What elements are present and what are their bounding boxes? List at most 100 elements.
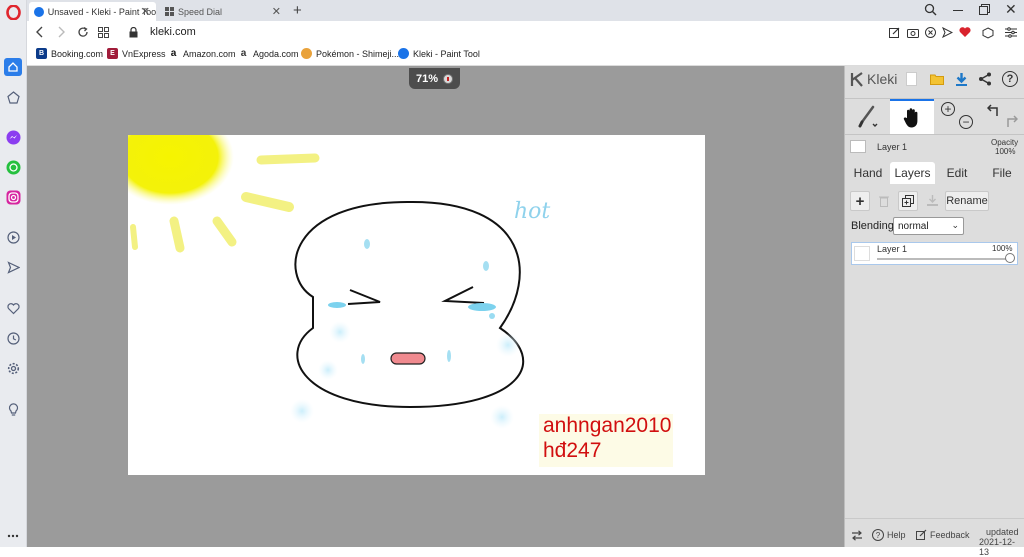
tool-row-divider-bottom xyxy=(845,134,1024,135)
snapshot-icon[interactable] xyxy=(907,27,919,41)
ad-block-icon[interactable] xyxy=(925,27,936,41)
back-icon[interactable] xyxy=(35,26,45,41)
help-circle-icon[interactable]: ? xyxy=(1002,71,1018,87)
hand-tool[interactable] xyxy=(890,99,934,134)
brush-icon xyxy=(858,105,878,127)
player-icon[interactable] xyxy=(5,229,21,245)
minimize-icon[interactable] xyxy=(953,10,963,11)
duplicate-layer-button[interactable] xyxy=(898,191,918,211)
heart-icon[interactable] xyxy=(5,300,21,316)
close-tab-icon[interactable]: ✕ xyxy=(141,5,150,18)
settings-gear-icon[interactable] xyxy=(5,360,21,376)
opera-logo-icon[interactable] xyxy=(6,4,21,21)
tab-title: Unsaved - Kleki - Paint Tool xyxy=(47,6,156,17)
undo-icon[interactable] xyxy=(986,104,1001,120)
opacity-value: 100% xyxy=(995,147,1016,156)
whatsapp-icon[interactable] xyxy=(5,159,21,175)
instagram-icon[interactable] xyxy=(5,189,21,205)
layers-tab-body xyxy=(845,184,1024,185)
home-icon[interactable] xyxy=(4,58,22,76)
bookmarks-bar: B Booking.com E VnExpress a Amazon.com a… xyxy=(27,45,1024,66)
blending-select[interactable]: normal ⌄ xyxy=(893,217,964,235)
new-tab-icon[interactable]: + xyxy=(293,2,302,19)
more-icon[interactable] xyxy=(5,528,21,544)
tabs-grid-icon[interactable] xyxy=(98,27,109,41)
bookmark-booking[interactable]: B Booking.com xyxy=(36,48,103,59)
hot-text: hot xyxy=(514,199,550,224)
forward-icon[interactable] xyxy=(56,26,66,41)
layer-opacity-handle[interactable] xyxy=(1005,253,1015,263)
layer-opacity-slider[interactable] xyxy=(877,258,1012,260)
reload-icon[interactable] xyxy=(77,26,89,41)
layer-item-name: Layer 1 xyxy=(877,244,908,254)
send-icon[interactable] xyxy=(5,259,21,275)
layer-thumbnail xyxy=(850,140,866,153)
bookmark-label: Booking.com xyxy=(51,48,104,59)
brush-tool[interactable] xyxy=(847,99,889,134)
lock-icon[interactable] xyxy=(129,26,138,41)
updated-label: updated xyxy=(986,527,1019,537)
history-icon[interactable] xyxy=(5,330,21,346)
feedback-button[interactable]: Feedback xyxy=(916,529,970,540)
restore-icon[interactable] xyxy=(979,4,990,18)
edit-icon[interactable] xyxy=(889,27,900,41)
heart-favorite-icon[interactable] xyxy=(959,26,971,41)
drawing-canvas[interactable]: hot anhngan2010 hđ247 xyxy=(128,135,705,475)
tab-file[interactable]: File xyxy=(988,162,1016,184)
layer-item-thumbnail xyxy=(854,246,870,261)
swap-sides-icon[interactable] xyxy=(851,530,863,544)
bookmark-vnexpress[interactable]: E VnExpress xyxy=(107,48,166,59)
open-folder-icon[interactable] xyxy=(930,73,944,88)
messenger-icon[interactable] xyxy=(5,129,21,145)
bookmark-amazon[interactable]: a Amazon.com xyxy=(168,48,236,59)
download-icon[interactable] xyxy=(955,72,968,89)
extensions-icon[interactable] xyxy=(982,27,994,42)
zoom-out-icon[interactable]: − xyxy=(959,115,973,129)
speed-dial-icon xyxy=(165,7,174,16)
easy-setup-icon[interactable] xyxy=(1005,27,1017,41)
tab-edit[interactable]: Edit xyxy=(940,162,974,184)
rename-layer-button[interactable]: Rename xyxy=(945,191,989,211)
browser-sidebar xyxy=(0,0,27,547)
duplicate-icon xyxy=(902,195,914,207)
kleki-favicon-icon xyxy=(34,6,44,17)
pinboard-icon[interactable] xyxy=(5,89,21,105)
address-bar: kleki.com xyxy=(27,21,1024,45)
tab-speed-dial[interactable]: Speed Dial ✕ xyxy=(160,2,287,21)
share-icon[interactable] xyxy=(978,72,992,89)
bookmark-kleki[interactable]: Kleki - Paint Tool xyxy=(398,48,480,59)
bookmark-agoda[interactable]: a Agoda.com xyxy=(238,48,299,59)
zoom-in-icon[interactable]: + xyxy=(941,102,955,116)
close-tab-icon[interactable]: ✕ xyxy=(272,5,281,18)
canvas-workspace[interactable]: 71% hot anhngan2010 hđ247 xyxy=(27,66,844,547)
search-tabs-icon[interactable] xyxy=(924,3,937,19)
tab-kleki[interactable]: Unsaved - Kleki - Paint Tool ✕ xyxy=(29,2,156,21)
zoom-indicator[interactable]: 71% xyxy=(409,68,460,89)
add-layer-button[interactable]: + xyxy=(850,191,870,211)
opacity-label: Opacity xyxy=(991,138,1019,147)
merge-down-button[interactable] xyxy=(922,191,942,211)
kleki-icon xyxy=(398,48,409,59)
redo-icon[interactable] xyxy=(1004,115,1019,131)
booking-icon: B xyxy=(36,48,47,59)
tab-layers[interactable]: Layers xyxy=(890,162,935,184)
tab-title: Speed Dial xyxy=(178,6,223,17)
app-name: Kleki xyxy=(867,71,898,87)
bookmark-pokemon[interactable]: Pokémon - Shimeji... xyxy=(301,48,399,59)
layer-list-item[interactable]: Layer 1 100% xyxy=(851,242,1018,265)
tab-hand[interactable]: Hand xyxy=(849,162,887,184)
tab-strip: Unsaved - Kleki - Paint Tool ✕ Speed Dia… xyxy=(27,0,1024,21)
lightbulb-icon[interactable] xyxy=(5,401,21,417)
send-to-flow-icon[interactable] xyxy=(941,26,954,41)
reset-zoom-icon[interactable] xyxy=(443,74,453,84)
bookmark-label: Kleki - Paint Tool xyxy=(413,48,480,59)
delete-layer-button[interactable] xyxy=(874,191,894,211)
url-field[interactable]: kleki.com xyxy=(150,26,196,38)
new-image-icon[interactable] xyxy=(906,72,917,86)
close-window-icon[interactable]: ✕ xyxy=(1005,1,1017,18)
help-icon: ? xyxy=(872,529,884,541)
feedback-icon xyxy=(916,529,927,540)
kleki-logo-icon xyxy=(850,72,865,90)
help-label: Help xyxy=(887,530,906,540)
help-button[interactable]: ? Help xyxy=(872,529,906,541)
